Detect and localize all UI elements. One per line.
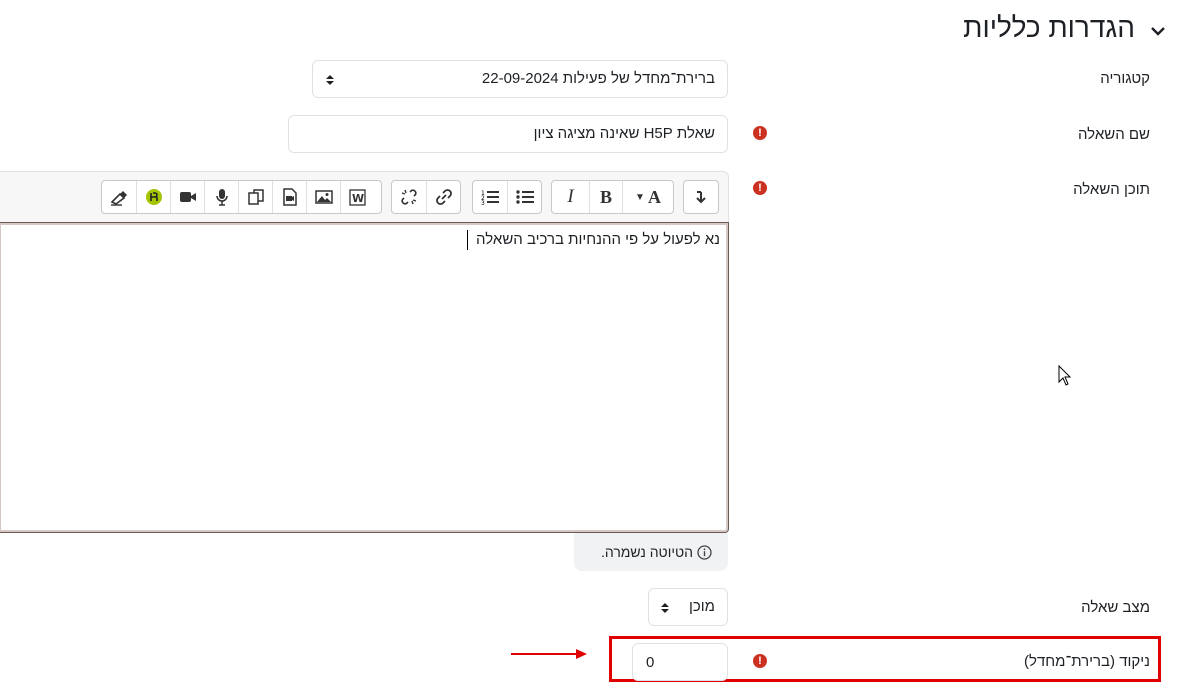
category-label: קטגוריה xyxy=(1100,70,1150,87)
record-audio-icon xyxy=(215,189,228,206)
question-text-editor[interactable]: נא לפעול על פי ההנחיות ברכיב השאלה xyxy=(0,222,729,533)
unlink-icon xyxy=(401,189,417,205)
word-import-button[interactable]: W xyxy=(340,181,374,213)
default-mark-input[interactable]: 0 xyxy=(632,643,728,681)
link-icon xyxy=(435,189,452,205)
default-mark-value: 0 xyxy=(646,654,655,671)
caret-down-icon: ▼ xyxy=(635,191,645,203)
accessibility-checker-button[interactable] xyxy=(102,181,136,213)
record-video-button[interactable] xyxy=(170,181,204,213)
question-text-label: תוכן השאלה xyxy=(1073,181,1150,198)
svg-text:3: 3 xyxy=(481,200,485,205)
draft-saved-note: הטיוטה נשמרה. xyxy=(574,533,728,571)
question-name-label: שם השאלה xyxy=(1077,126,1150,143)
question-name-value: שאלת H5P שאינה מציגה ציון xyxy=(533,125,715,142)
question-status-value: מוכן xyxy=(689,598,715,615)
h5p-button[interactable] xyxy=(136,181,170,213)
select-arrows-icon xyxy=(661,603,669,613)
image-button[interactable] xyxy=(306,181,340,213)
annotation-arrow-icon xyxy=(511,649,587,659)
italic-button[interactable]: I xyxy=(552,181,589,213)
h5p-icon xyxy=(145,189,162,205)
word-import-icon: W xyxy=(348,189,366,206)
unordered-list-icon xyxy=(515,190,534,204)
media-icon xyxy=(282,188,297,206)
ordered-list-button[interactable]: 1 2 3 xyxy=(473,181,507,213)
record-video-icon xyxy=(179,192,196,202)
toolbar-group-format: I B ▼ A xyxy=(551,180,674,214)
category-select[interactable]: ברירת־מחדל של פעילות 22-09-2024 xyxy=(312,60,728,98)
section-title: הגדרות כלליות xyxy=(963,12,1135,43)
bold-button[interactable]: B xyxy=(589,181,622,213)
toolbar-group-lists: 1 2 3 xyxy=(472,180,542,214)
info-icon xyxy=(697,544,712,560)
toolbar-group-links xyxy=(391,180,461,214)
question-status-select[interactable]: מוכן xyxy=(648,588,728,626)
select-arrows-icon xyxy=(326,75,334,85)
font-style-icon: A xyxy=(647,186,661,207)
toolbar-group-media: W xyxy=(101,180,382,214)
expand-toolbar-icon xyxy=(696,191,706,204)
expand-toolbar-button[interactable] xyxy=(684,181,718,213)
mouse-pointer-icon xyxy=(1058,365,1072,386)
toolbar-group-expand xyxy=(683,180,719,214)
manage-files-icon xyxy=(247,189,264,205)
unordered-list-button[interactable] xyxy=(507,181,541,213)
ordered-list-icon: 1 2 3 xyxy=(481,190,499,205)
font-style-button[interactable]: ▼ A xyxy=(622,181,673,213)
link-button[interactable] xyxy=(426,181,460,213)
svg-text:W: W xyxy=(352,192,364,205)
image-icon xyxy=(314,190,333,204)
exclamation-circle-icon: ! xyxy=(753,126,767,140)
bold-icon: B xyxy=(599,186,612,207)
record-audio-button[interactable] xyxy=(204,181,238,213)
manage-files-button[interactable] xyxy=(238,181,272,213)
accessibility-checker-icon xyxy=(110,191,127,206)
italic-icon: I xyxy=(567,186,574,207)
question-text-content: נא לפעול על פי ההנחיות ברכיב השאלה xyxy=(476,231,720,248)
exclamation-circle-icon: ! xyxy=(753,654,767,668)
default-mark-label: ניקוד (ברירת־מחדל) xyxy=(1024,653,1150,670)
media-button[interactable] xyxy=(272,181,306,213)
category-value: ברירת־מחדל של פעילות 22-09-2024 xyxy=(481,70,715,87)
question-name-input[interactable]: שאלת H5P שאינה מציגה ציון xyxy=(288,115,728,153)
unlink-button[interactable] xyxy=(392,181,426,213)
exclamation-circle-icon: ! xyxy=(753,181,767,195)
draft-saved-text: הטיוטה נשמרה. xyxy=(600,544,693,560)
question-status-label: מצב שאלה xyxy=(1081,599,1150,616)
chevron-down-icon[interactable] xyxy=(1149,22,1167,40)
text-cursor xyxy=(467,230,468,250)
